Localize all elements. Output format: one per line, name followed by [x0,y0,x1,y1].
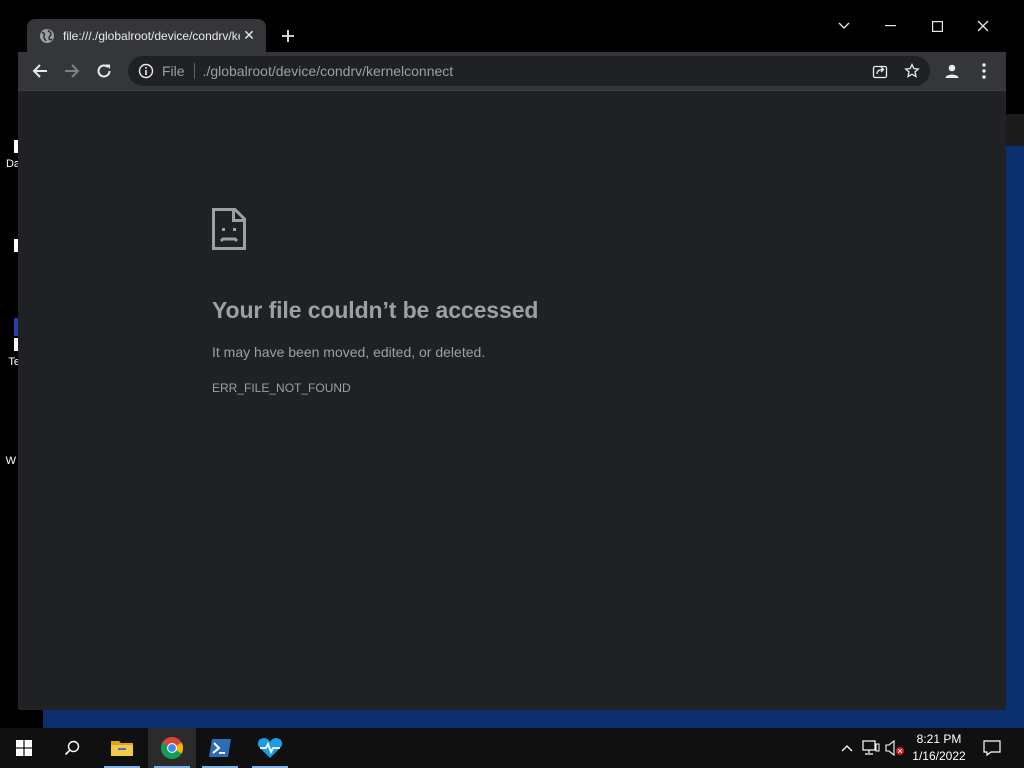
start-icon[interactable] [0,728,48,768]
divider [193,63,195,79]
notification-icon[interactable] [978,728,1006,768]
file-explorer-icon[interactable] [98,728,146,768]
clock-date: 1/16/2022 [912,749,966,763]
forward-icon[interactable] [60,59,84,83]
share-icon[interactable] [868,59,892,83]
error-message: It may have been moved, edited, or delet… [212,344,486,360]
maximize-icon[interactable] [914,10,960,42]
search-icon[interactable] [48,728,96,768]
minimize-icon[interactable] [867,10,913,42]
chevron-up-icon[interactable] [838,728,856,768]
scheme-label: File [162,63,185,79]
background-window-strip [1006,114,1024,146]
url-text[interactable]: ./globalroot/device/condrv/kernelconnect [203,63,454,79]
volume-muted-icon[interactable] [884,728,906,768]
error-title: Your file couldn’t be accessed [212,297,539,323]
new-tab-icon[interactable] [276,24,300,48]
desktop-icon-label: Te [8,356,20,368]
profile-icon[interactable] [940,59,964,83]
globe-icon [39,28,55,44]
system-clock[interactable]: 8:21 PM 1/16/2022 [906,731,972,765]
info-icon[interactable] [138,63,154,79]
tab-title: file:///./globalroot/device/condrv/kerne… [63,28,240,43]
reload-icon[interactable] [92,59,116,83]
back-icon[interactable] [28,59,52,83]
clock-time: 8:21 PM [916,732,962,746]
powershell-icon[interactable] [196,728,244,768]
address-bar[interactable]: File ./globalroot/device/condrv/kernelco… [128,56,930,86]
error-code: ERR_FILE_NOT_FOUND [212,381,351,395]
desktop-icon-label: W [5,455,16,467]
network-icon[interactable] [860,728,882,768]
toolbar: File ./globalroot/device/condrv/kernelco… [18,52,1006,90]
tab-close-icon[interactable]: ✕ [240,27,258,45]
bookmark-star-icon[interactable] [900,59,924,83]
title-bar: file:///./globalroot/device/condrv/kerne… [18,10,1006,52]
desktop-icon-label: Da [5,158,20,170]
chrome-icon[interactable] [148,728,196,768]
close-icon[interactable] [960,10,1006,42]
tab-search-icon[interactable] [821,10,867,42]
sad-file-icon [212,208,246,250]
browser-tab[interactable]: file:///./globalroot/device/condrv/kerne… [27,19,266,52]
browser-window: file:///./globalroot/device/condrv/kerne… [18,10,1006,710]
menu-icon[interactable] [972,59,996,83]
error-page: Your file couldn’t be accessed It may ha… [18,91,1006,710]
health-monitor-icon[interactable] [246,728,294,768]
taskbar: 8:21 PM 1/16/2022 [0,728,1024,768]
